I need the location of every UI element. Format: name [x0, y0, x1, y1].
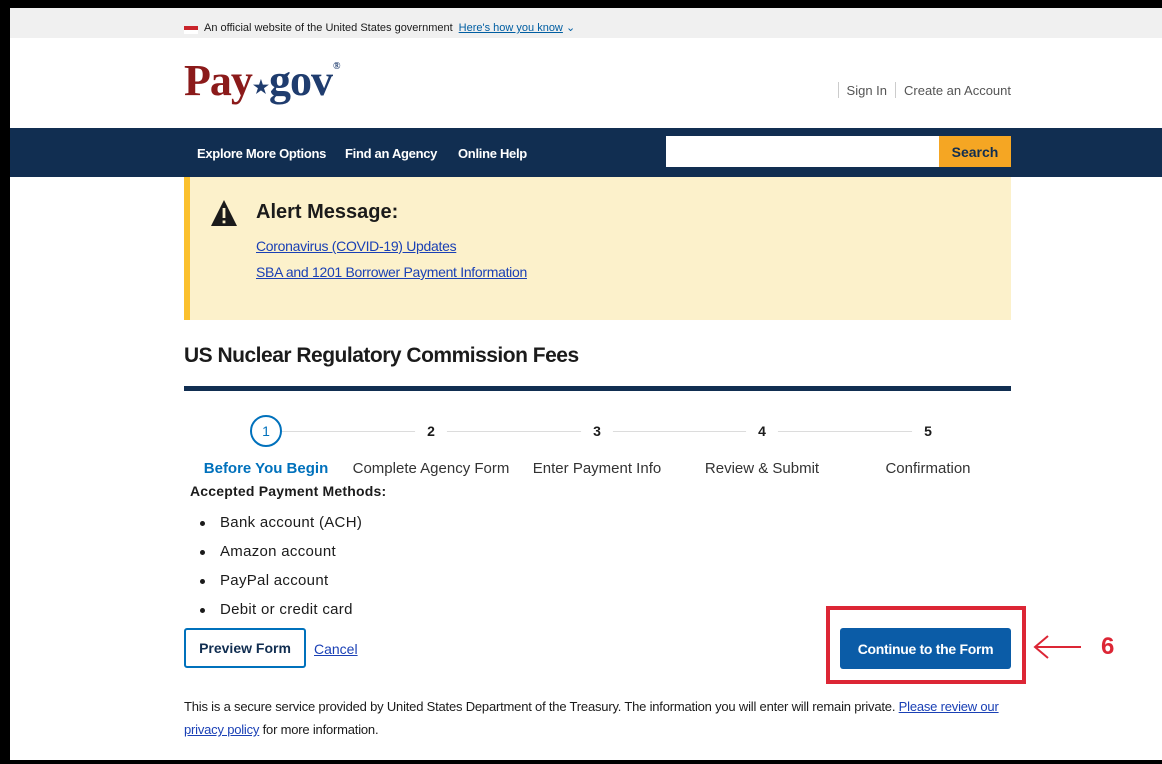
step-1-label: Before You Begin	[203, 460, 329, 477]
sba-borrower-payment-link[interactable]: SBA and 1201 Borrower Payment Informatio…	[256, 264, 527, 280]
title-divider	[184, 386, 1011, 391]
footer-text-body: This is a secure service provided by Uni…	[184, 699, 899, 714]
highlight-box	[826, 606, 1026, 684]
list-item: PayPal account	[190, 572, 362, 601]
alert-message: Alert Message: Coronavirus (COVID-19) Up…	[184, 177, 1011, 320]
page-title: US Nuclear Regulatory Commission Fees	[184, 344, 579, 367]
step-2-circle: 2	[415, 415, 447, 447]
step-3-label: Enter Payment Info	[532, 460, 662, 477]
footer-text-suffix: for more information.	[259, 722, 379, 737]
payment-methods-list: Bank account (ACH) Amazon account PayPal…	[190, 514, 362, 630]
search-button[interactable]: Search	[939, 136, 1011, 167]
nav-find-an-agency[interactable]: Find an Agency	[345, 146, 437, 161]
main-navbar: Explore More Options Find an Agency Onli…	[10, 128, 1162, 177]
nav-explore-more-options[interactable]: Explore More Options	[197, 146, 326, 161]
covid-updates-link[interactable]: Coronavirus (COVID-19) Updates	[256, 238, 457, 254]
list-item: Bank account (ACH)	[190, 514, 362, 543]
list-item: Amazon account	[190, 543, 362, 572]
sign-in-link[interactable]: Sign In	[847, 83, 887, 98]
logo-pay-text: Pay	[184, 56, 253, 105]
alert-title: Alert Message:	[256, 201, 399, 223]
chevron-down-icon: ⌄	[565, 22, 576, 34]
gov-banner-text: An official website of the United States…	[204, 22, 576, 34]
paygov-logo[interactable]: Pay ★ gov ®	[184, 50, 341, 106]
step-3-circle: 3	[581, 415, 613, 447]
account-links: Sign In Create an Account	[830, 82, 1011, 98]
payment-methods-title: Accepted Payment Methods:	[190, 483, 387, 499]
step-2-label: Complete Agency Form	[352, 460, 510, 477]
step-5-circle: 5	[912, 415, 944, 447]
gov-banner: An official website of the United States…	[10, 8, 1162, 38]
step-1-circle: 1	[250, 415, 282, 447]
logo-registered-mark: ®	[333, 61, 341, 72]
warning-icon	[211, 200, 237, 226]
list-item: Debit or credit card	[190, 601, 362, 630]
step-4-circle: 4	[746, 415, 778, 447]
arrow-left-icon	[1033, 635, 1081, 659]
logo-gov-text: gov	[269, 56, 333, 105]
star-icon: ★	[252, 77, 269, 97]
step-4-label: Review & Submit	[704, 460, 820, 477]
divider	[895, 82, 897, 98]
nav-online-help[interactable]: Online Help	[458, 146, 527, 161]
create-account-link[interactable]: Create an Account	[904, 83, 1011, 98]
footer-text: This is a secure service provided by Uni…	[184, 695, 1014, 741]
callout-number: 6	[1101, 633, 1115, 660]
preview-form-button[interactable]: Preview Form	[184, 628, 306, 668]
search-input[interactable]	[666, 136, 939, 167]
how-you-know-link[interactable]: Here's how you know	[459, 22, 563, 34]
cancel-link[interactable]: Cancel	[314, 641, 358, 657]
divider	[837, 82, 839, 98]
step-5-label: Confirmation	[885, 460, 971, 477]
us-flag-icon	[184, 26, 198, 34]
